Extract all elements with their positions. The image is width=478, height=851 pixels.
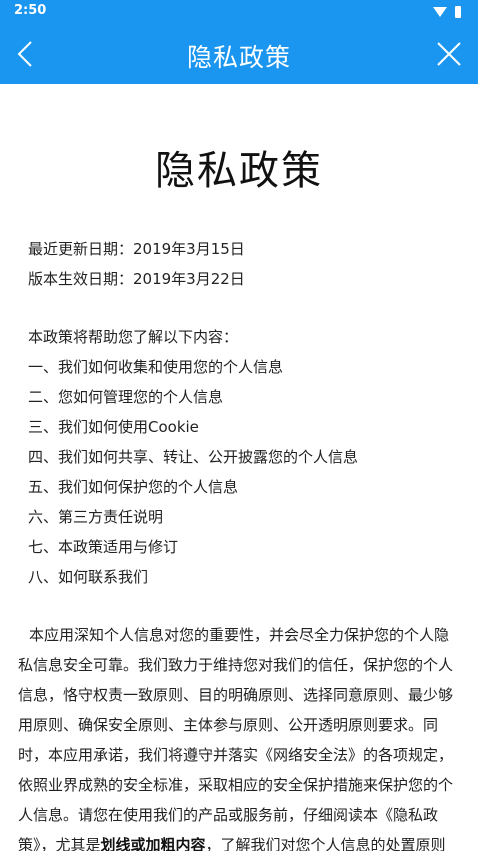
page-title: 隐私政策: [186, 43, 291, 72]
toc-item-6: 六、第三方责任说明: [28, 508, 164, 526]
toc-item-5: 五、我们如何保护您的个人信息: [28, 478, 239, 496]
toc-intro: 本政策将帮助您了解以下内容：: [28, 328, 239, 346]
date-info: 最近更新日期：2019年3月15日 版本生效日期：2019年3月22日: [28, 234, 245, 294]
toc-item-3: 三、我们如何使用Cookie: [28, 418, 199, 436]
close-icon[interactable]: [434, 39, 464, 69]
toc-item-8: 八、如何联系我们: [28, 568, 149, 586]
table-of-contents: 本政策将帮助您了解以下内容： 一、我们如何收集和使用您的个人信息 二、您如何管理…: [28, 322, 358, 592]
intro-text-end: ，了解我们对您个人信息的处置原则: [205, 836, 446, 851]
app-bar: 隐私政策: [0, 24, 478, 84]
status-time: 2:50: [14, 3, 47, 18]
toc-item-2: 二、您如何管理您的个人信息: [28, 388, 224, 406]
intro-text: 本应用深知个人信息对您的重要性，并会尽全力保护您的个人隐私信息安全可靠。我们致力…: [18, 626, 454, 851]
toc-item-1: 一、我们如何收集和使用您的个人信息: [28, 358, 284, 376]
updated-date: 最近更新日期：2019年3月15日: [28, 240, 245, 258]
effective-date: 版本生效日期：2019年3月22日: [28, 270, 245, 288]
intro-paragraph: 本应用深知个人信息对您的重要性，并会尽全力保护您的个人隐私信息安全可靠。我们致力…: [18, 620, 454, 851]
status-bar: 2:50: [0, 0, 478, 24]
policy-content[interactable]: 隐私政策 最近更新日期：2019年3月15日 版本生效日期：2019年3月22日…: [0, 84, 478, 851]
toc-item-4: 四、我们如何共享、转让、公开披露您的个人信息: [28, 448, 359, 466]
battery-icon: [455, 6, 461, 18]
bold-emphasis: 划线或加粗内容: [100, 836, 206, 851]
wifi-icon: [433, 7, 447, 17]
toc-item-7: 七、本政策适用与修订: [28, 538, 179, 556]
document-title: 隐私政策: [155, 148, 323, 194]
